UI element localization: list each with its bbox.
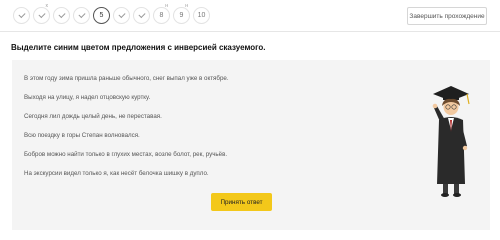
sentence-list: В этом году зима пришла раньше обычного,…	[24, 75, 229, 190]
check-icon	[37, 10, 46, 18]
sentence-item[interactable]: На экскурсии видел только я, как несёт б…	[24, 170, 229, 190]
progress-bar: х 5 н8 н9 10 Завершить прохождение	[0, 0, 500, 32]
check-icon	[77, 10, 86, 18]
sentence-item[interactable]: Всю поездку в горы Степан волновался.	[24, 132, 229, 152]
finish-button[interactable]: Завершить прохождение	[407, 7, 487, 25]
submit-answer-button[interactable]: Принять ответ	[211, 193, 272, 211]
step-mark: н	[185, 3, 188, 9]
step-5-current[interactable]: 5	[93, 7, 110, 24]
step-1[interactable]	[13, 7, 30, 24]
step-number: 10	[197, 12, 206, 19]
step-7[interactable]	[133, 7, 150, 24]
step-3[interactable]	[53, 7, 70, 24]
step-number: 8	[159, 12, 164, 19]
step-10[interactable]: 10	[193, 7, 210, 24]
step-9[interactable]: н9	[173, 3, 190, 24]
step-2[interactable]: х	[33, 3, 50, 24]
check-icon	[117, 10, 126, 18]
task-title: Выделите синим цветом предложения с инве…	[11, 43, 266, 52]
check-icon	[17, 10, 26, 18]
sentence-item[interactable]: В этом году зима пришла раньше обычного,…	[24, 75, 229, 95]
step-4[interactable]	[73, 7, 90, 24]
step-mark: х	[45, 3, 49, 9]
step-list: х 5 н8 н9 10	[13, 3, 210, 24]
step-number: 9	[179, 12, 184, 19]
step-number: 5	[99, 12, 104, 19]
check-icon	[137, 10, 146, 18]
sentence-item[interactable]: Сегодня лил дождь целый день, не переста…	[24, 113, 229, 133]
step-6[interactable]	[113, 7, 130, 24]
step-mark: н	[165, 3, 168, 9]
task-panel: В этом году зима пришла раньше обычного,…	[12, 60, 490, 230]
check-icon	[57, 10, 66, 18]
step-8[interactable]: н8	[153, 3, 170, 24]
sentence-item[interactable]: Выходя на улицу, я надел отцовскую куртк…	[24, 94, 229, 114]
sentence-item[interactable]: Бобров можно найти только в глухих места…	[24, 151, 229, 171]
professor-illustration	[432, 86, 470, 197]
